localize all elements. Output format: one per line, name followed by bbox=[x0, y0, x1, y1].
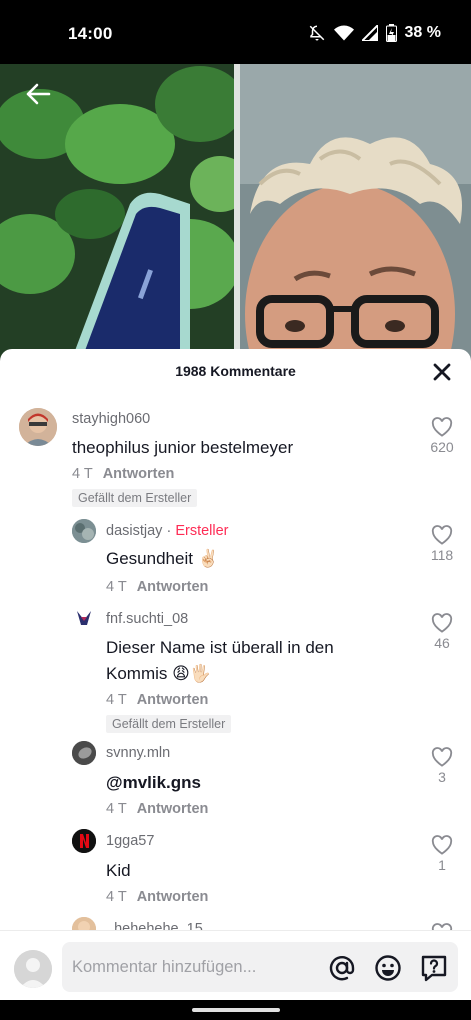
comment-username-row: dasistjay · Ersteller bbox=[106, 523, 229, 539]
comment-meta: 4 T Antworten bbox=[72, 466, 174, 482]
comment-text: theophilus junior bestelmeyer bbox=[72, 438, 294, 457]
creator-liked-badge: Gefällt dem Ersteller bbox=[72, 489, 198, 507]
comment-meta: 4 T Antworten bbox=[106, 579, 208, 595]
avatar[interactable] bbox=[72, 829, 96, 853]
avatar[interactable] bbox=[19, 408, 57, 446]
comment-meta: 4 T Antworten bbox=[106, 889, 208, 905]
like-button[interactable]: 118 bbox=[422, 525, 462, 563]
creator-label: Ersteller bbox=[175, 523, 229, 539]
comment-meta: 4 T Antworten bbox=[106, 692, 208, 708]
question-icon[interactable] bbox=[420, 954, 448, 982]
battery-percent: 38 % bbox=[404, 24, 441, 41]
emoji-icon[interactable] bbox=[374, 954, 402, 982]
status-icons: 38 % bbox=[308, 24, 441, 42]
reply-item: fnf.suchti_08 Dieser Name ist überall in… bbox=[0, 605, 471, 735]
comment-item: stayhigh060 theophilus junior bestelmeye… bbox=[0, 405, 471, 515]
avatar[interactable] bbox=[72, 741, 96, 765]
creator-liked-badge: Gefällt dem Ersteller bbox=[106, 715, 232, 733]
comment-text-line1: Dieser Name ist überall in den bbox=[106, 638, 334, 657]
reply-item: dasistjay · Ersteller Gesundheit ✌🏻 4 T A… bbox=[0, 517, 471, 597]
like-button[interactable]: 1 bbox=[422, 835, 462, 873]
like-button[interactable]: 3 bbox=[422, 747, 462, 785]
comment-username[interactable]: 1gga57 bbox=[106, 833, 154, 849]
comment-time: 4 T bbox=[106, 801, 127, 817]
comment-input[interactable] bbox=[72, 942, 322, 992]
comment-username[interactable]: svnny.mln bbox=[106, 745, 170, 761]
separator-dot: · bbox=[166, 523, 172, 539]
arrow-left-icon bbox=[25, 82, 51, 111]
reply-item: 1gga57 Kid 4 T Antworten 1 bbox=[0, 829, 471, 909]
video-right-panel bbox=[240, 64, 471, 364]
video-player[interactable] bbox=[0, 64, 471, 364]
comment-time: 4 T bbox=[106, 889, 127, 905]
comments-sheet: 1988 Kommentare stayhigh060 theophilus j… bbox=[0, 349, 471, 999]
heart-icon bbox=[422, 613, 462, 633]
comment-username[interactable]: dasistjay bbox=[106, 523, 162, 539]
reply-button[interactable]: Antworten bbox=[103, 466, 175, 482]
heart-icon bbox=[422, 835, 462, 855]
like-button[interactable]: 46 bbox=[422, 613, 462, 651]
wifi-icon bbox=[333, 25, 354, 41]
like-count: 118 bbox=[430, 547, 454, 563]
comment-composer bbox=[0, 930, 471, 1000]
comment-meta: 4 T Antworten bbox=[106, 801, 208, 817]
like-count: 3 bbox=[438, 769, 446, 785]
like-button[interactable]: 620 bbox=[422, 417, 462, 455]
like-count: 46 bbox=[434, 635, 450, 651]
back-button[interactable] bbox=[22, 80, 54, 112]
battery-charging-icon bbox=[385, 24, 397, 42]
status-time: 14:00 bbox=[68, 24, 113, 43]
comment-text: Kid bbox=[106, 861, 131, 880]
comment-time: 4 T bbox=[106, 579, 127, 595]
status-bar: 14:00 38 % bbox=[0, 0, 471, 64]
mute-icon bbox=[308, 24, 326, 42]
like-count: 1 bbox=[438, 857, 446, 873]
at-mention-icon[interactable] bbox=[328, 954, 356, 982]
close-icon bbox=[431, 363, 453, 387]
comment-text-line2: Kommis 😩🖐🏻 bbox=[106, 664, 212, 683]
reply-button[interactable]: Antworten bbox=[137, 801, 209, 817]
heart-icon bbox=[422, 747, 462, 767]
comment-time: 4 T bbox=[72, 466, 93, 482]
comment-text: Gesundheit ✌🏻 bbox=[106, 549, 219, 568]
comment-mention[interactable]: @mvlik.gns bbox=[106, 770, 201, 796]
comment-username[interactable]: fnf.suchti_08 bbox=[106, 611, 188, 627]
heart-icon bbox=[422, 417, 462, 437]
heart-icon bbox=[422, 525, 462, 545]
like-count: 620 bbox=[430, 439, 454, 455]
my-avatar[interactable] bbox=[14, 950, 52, 988]
avatar[interactable] bbox=[72, 607, 96, 631]
close-button[interactable] bbox=[431, 361, 453, 383]
comment-username[interactable]: stayhigh060 bbox=[72, 411, 150, 427]
system-nav-bar bbox=[0, 1000, 471, 1020]
home-gesture-handle[interactable] bbox=[192, 1008, 280, 1012]
reply-button[interactable]: Antworten bbox=[137, 579, 209, 595]
comment-input-box[interactable] bbox=[62, 942, 458, 992]
reply-item: svnny.mln @mvlik.gns 4 T Antworten 3 bbox=[0, 741, 471, 821]
avatar[interactable] bbox=[72, 519, 96, 543]
comment-time: 4 T bbox=[106, 692, 127, 708]
reply-button[interactable]: Antworten bbox=[137, 692, 209, 708]
reply-button[interactable]: Antworten bbox=[137, 889, 209, 905]
comments-count-title: 1988 Kommentare bbox=[175, 363, 296, 379]
signal-icon bbox=[361, 25, 378, 41]
